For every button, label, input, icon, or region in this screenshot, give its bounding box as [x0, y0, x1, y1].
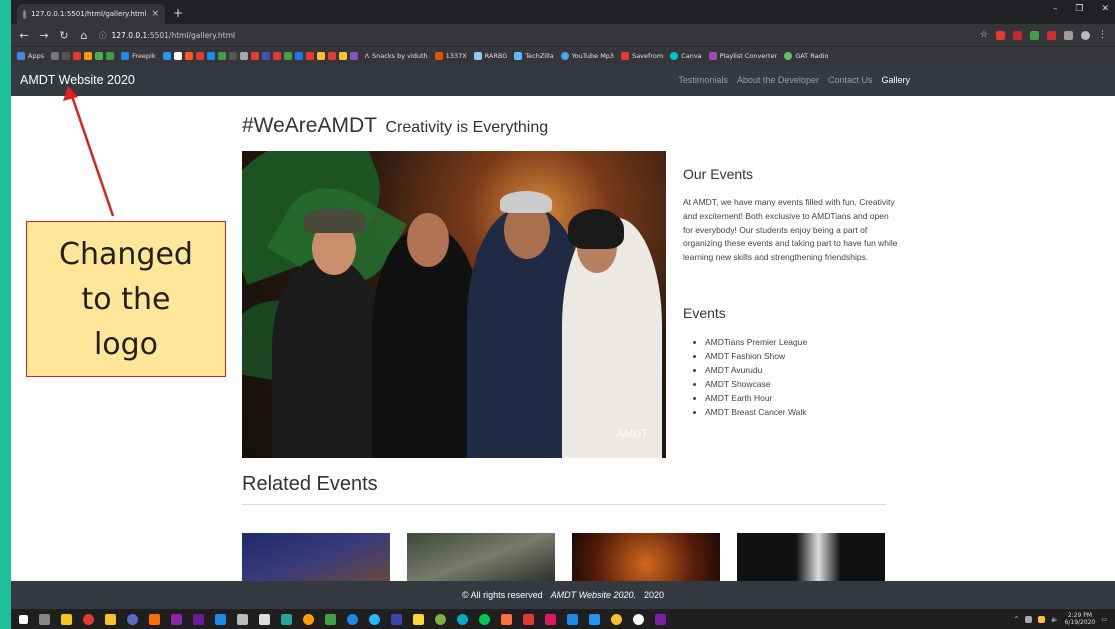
- arrow-head: [63, 86, 78, 101]
- annotation-line: Changed: [59, 237, 193, 272]
- arrow-shaft: [70, 95, 115, 217]
- annotation-note: Changed to the logo: [26, 221, 226, 377]
- annotation-line: logo: [93, 327, 159, 362]
- annotation-line: to the: [81, 282, 171, 317]
